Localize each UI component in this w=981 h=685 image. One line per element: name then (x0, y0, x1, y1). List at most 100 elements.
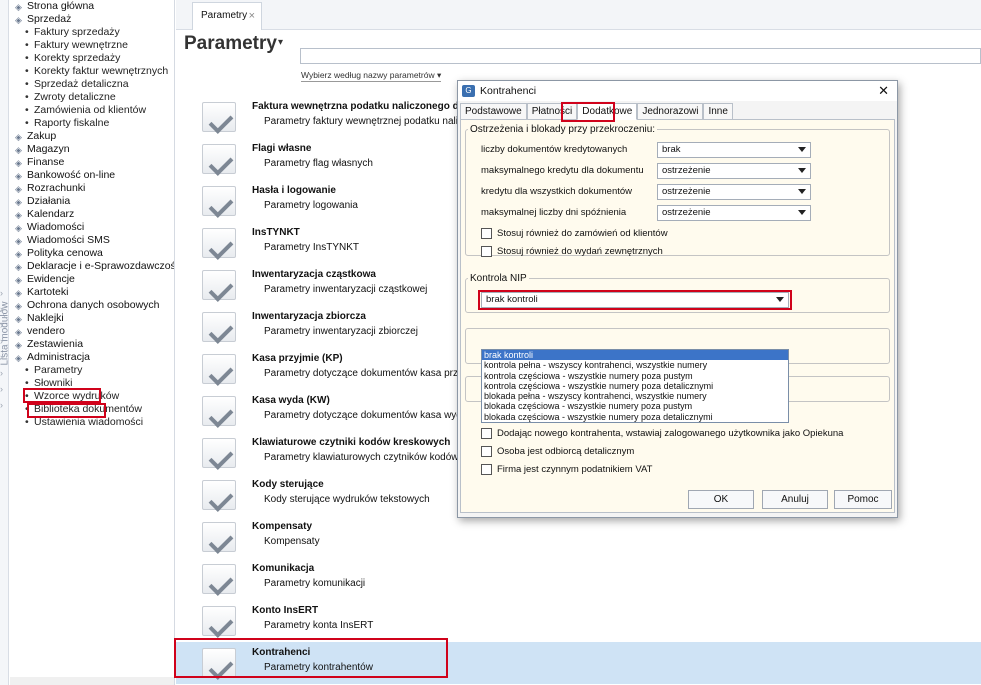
sidebar-scrollbar[interactable] (10, 677, 174, 685)
sidebar-subitem[interactable]: Faktury wewnętrzne (10, 39, 174, 52)
sidebar-subitem[interactable]: Wzorce wydruków (10, 390, 174, 403)
sidebar-item[interactable]: ◈ Działania (10, 195, 174, 208)
dialog-tab[interactable]: Dodatkowe (577, 103, 638, 120)
checkbox-label: Osoba jest odbiorcą detalicznym (497, 446, 635, 457)
sidebar-item[interactable]: ◈ Naklejki (10, 312, 174, 325)
sidebar-subitem[interactable]: Faktury sprzedaży (10, 26, 174, 39)
dialog-tab[interactable]: Jednorazowi (637, 103, 704, 120)
checklist-icon (202, 606, 236, 636)
parameter-desc: Parametry komunikacji (264, 578, 366, 589)
parameter-desc: Parametry InsTYNKT (264, 242, 360, 253)
parameter-row[interactable]: Komunikacja Parametry komunikacji (176, 558, 981, 600)
app-window: › › › › › › › › Lista modułów ◈ Strona główna ◈ Sp… (0, 0, 981, 685)
sidebar-subitem[interactable]: Raporty fiskalne (10, 117, 174, 130)
sidebar-subitem[interactable]: Korekty sprzedaży (10, 52, 174, 65)
nip-legend: Kontrola NIP (470, 273, 527, 284)
reports-icon: ◈ (15, 340, 22, 350)
sidebar-subitem[interactable]: Korekty faktur wewnętrznych (10, 65, 174, 78)
sidebar-item[interactable]: ◈ Polityka cenowa (10, 247, 174, 260)
help-button[interactable]: Pomoc (834, 490, 892, 509)
module-list-strip[interactable]: › › › › › › › › Lista modułów (0, 0, 11, 685)
dialog-tab[interactable]: Podstawowe (460, 103, 527, 120)
nip-option[interactable]: kontrola pełna - wszyscy kontrahenci, ws… (482, 360, 788, 370)
cancel-button[interactable]: Anuluj (762, 490, 828, 509)
sidebar-item[interactable]: ◈ Finanse (10, 156, 174, 169)
sales-icon: ◈ (15, 15, 22, 25)
parameter-row[interactable]: Kontrahenci Parametry kontrahentów (176, 642, 981, 684)
actions-icon: ◈ (15, 197, 22, 207)
parameter-title: Kompensaty (252, 521, 313, 532)
choose-by-name-link[interactable]: Wybierz według nazwy parametrów ▾ (301, 70, 442, 82)
sidebar-item[interactable]: ◈ Rozrachunki (10, 182, 174, 195)
sidebar-item[interactable]: ◈ Sprzedaż (10, 13, 174, 26)
parameter-title: Kasa wyda (KW) (252, 395, 330, 406)
sidebar-item[interactable]: ◈ Wiadomości SMS (10, 234, 174, 247)
limit-select[interactable]: brak (657, 142, 811, 158)
limit-select-value: ostrzeżenie (662, 186, 711, 197)
sidebar-item[interactable]: ◈ Strona główna (10, 0, 174, 13)
parameter-row[interactable]: Kompensaty Kompensaty (176, 516, 981, 558)
sidebar-item[interactable]: ◈ Zestawienia (10, 338, 174, 351)
checkbox-label: Dodając nowego kontrahenta, wstawiaj zal… (497, 428, 844, 439)
sidebar-item[interactable]: ◈ Administracja (10, 351, 174, 364)
sidebar-item-label: Rozrachunki (27, 182, 86, 194)
nip-option[interactable]: blokada pełna - wszyscy kontrahenci, wsz… (482, 391, 788, 401)
parameter-desc: Parametry logowania (264, 200, 358, 211)
sidebar-subitem[interactable]: Biblioteka dokumentów (10, 403, 174, 416)
nip-option[interactable]: blokada częściowa - wszystkie numery poz… (482, 401, 788, 411)
nip-option[interactable]: kontrola częściowa - wszystkie numery po… (482, 381, 788, 391)
close-tab-icon[interactable]: × (249, 3, 255, 29)
dialog-tab[interactable]: Inne (703, 103, 733, 120)
tab-parametry[interactable]: Parametry × (192, 2, 262, 30)
tab-label: Parametry (201, 10, 248, 21)
chevron-down-icon (798, 210, 806, 215)
parameter-title: Hasła i logowanie (252, 185, 336, 196)
sidebar-subitem[interactable]: Słowniki (10, 377, 174, 390)
checkbox[interactable] (481, 228, 492, 239)
sidebar-subitem[interactable]: Ustawienia wiadomości (10, 416, 174, 429)
limit-select[interactable]: ostrzeżenie (657, 163, 811, 179)
sidebar-item[interactable]: ◈ Wiadomości (10, 221, 174, 234)
parameter-title: Komunikacja (252, 563, 315, 574)
page-title[interactable]: Parametry▾ (184, 33, 283, 55)
ok-button[interactable]: OK (688, 490, 754, 509)
nip-option[interactable]: brak kontroli (482, 350, 788, 361)
close-icon[interactable]: ✕ (878, 81, 889, 101)
checkbox[interactable] (481, 428, 492, 439)
pricing-icon: ◈ (15, 249, 22, 259)
parameter-row[interactable]: Konto InsERT Parametry konta InsERT (176, 600, 981, 642)
dialog-tabs: Podstawowe Płatności Dodatkowe Jednorazowi I… (460, 103, 733, 120)
sidebar-item-label: Wiadomości SMS (27, 234, 110, 246)
checkbox[interactable] (481, 246, 492, 257)
nip-select[interactable]: brak kontroli (481, 292, 789, 308)
sidebar-item[interactable]: ◈ Ochrona danych osobowych (10, 299, 174, 312)
sidebar-subitem[interactable]: Zamówienia od klientów (10, 104, 174, 117)
checkbox[interactable] (481, 446, 492, 457)
sidebar-subitem[interactable]: Zwroty detaliczne (10, 91, 174, 104)
dialog-tab[interactable]: Płatności (526, 103, 578, 120)
limit-select[interactable]: ostrzeżenie (657, 205, 811, 221)
sidebar-item[interactable]: ◈ Bankowość on-line (10, 169, 174, 182)
sidebar-item[interactable]: ◈ vendero (10, 325, 174, 338)
nip-option[interactable]: kontrola częściowa - wszystkie numery po… (482, 371, 788, 381)
sidebar-item-label: Magazyn (27, 143, 70, 155)
filter-input[interactable] (300, 48, 981, 64)
sidebar-subitem[interactable]: Sprzedaż detaliczna (10, 78, 174, 91)
limit-select[interactable]: ostrzeżenie (657, 184, 811, 200)
checklist-icon (202, 396, 236, 426)
sidebar-item[interactable]: ◈ Zakup (10, 130, 174, 143)
sidebar-item[interactable]: ◈ Kartoteki (10, 286, 174, 299)
files-icon: ◈ (15, 288, 22, 298)
checkbox[interactable] (481, 464, 492, 475)
checklist-icon (202, 270, 236, 300)
nip-option[interactable]: blokada częściowa - wszystkie numery poz… (482, 412, 788, 422)
sidebar-item-label: Kartoteki (27, 286, 69, 298)
sidebar-item[interactable]: ◈ Kalendarz (10, 208, 174, 221)
sidebar-item[interactable]: ◈ Deklaracje i e-Sprawozdawczość (10, 260, 174, 273)
sidebar-item[interactable]: ◈ Ewidencje (10, 273, 174, 286)
parameter-desc: Parametry kontrahentów (264, 662, 373, 673)
parameter-title: Inwentaryzacja cząstkowa (252, 269, 376, 280)
sidebar-subitem[interactable]: Parametry (10, 364, 174, 377)
sidebar-item[interactable]: ◈ Magazyn (10, 143, 174, 156)
sms-icon: ◈ (15, 236, 22, 246)
